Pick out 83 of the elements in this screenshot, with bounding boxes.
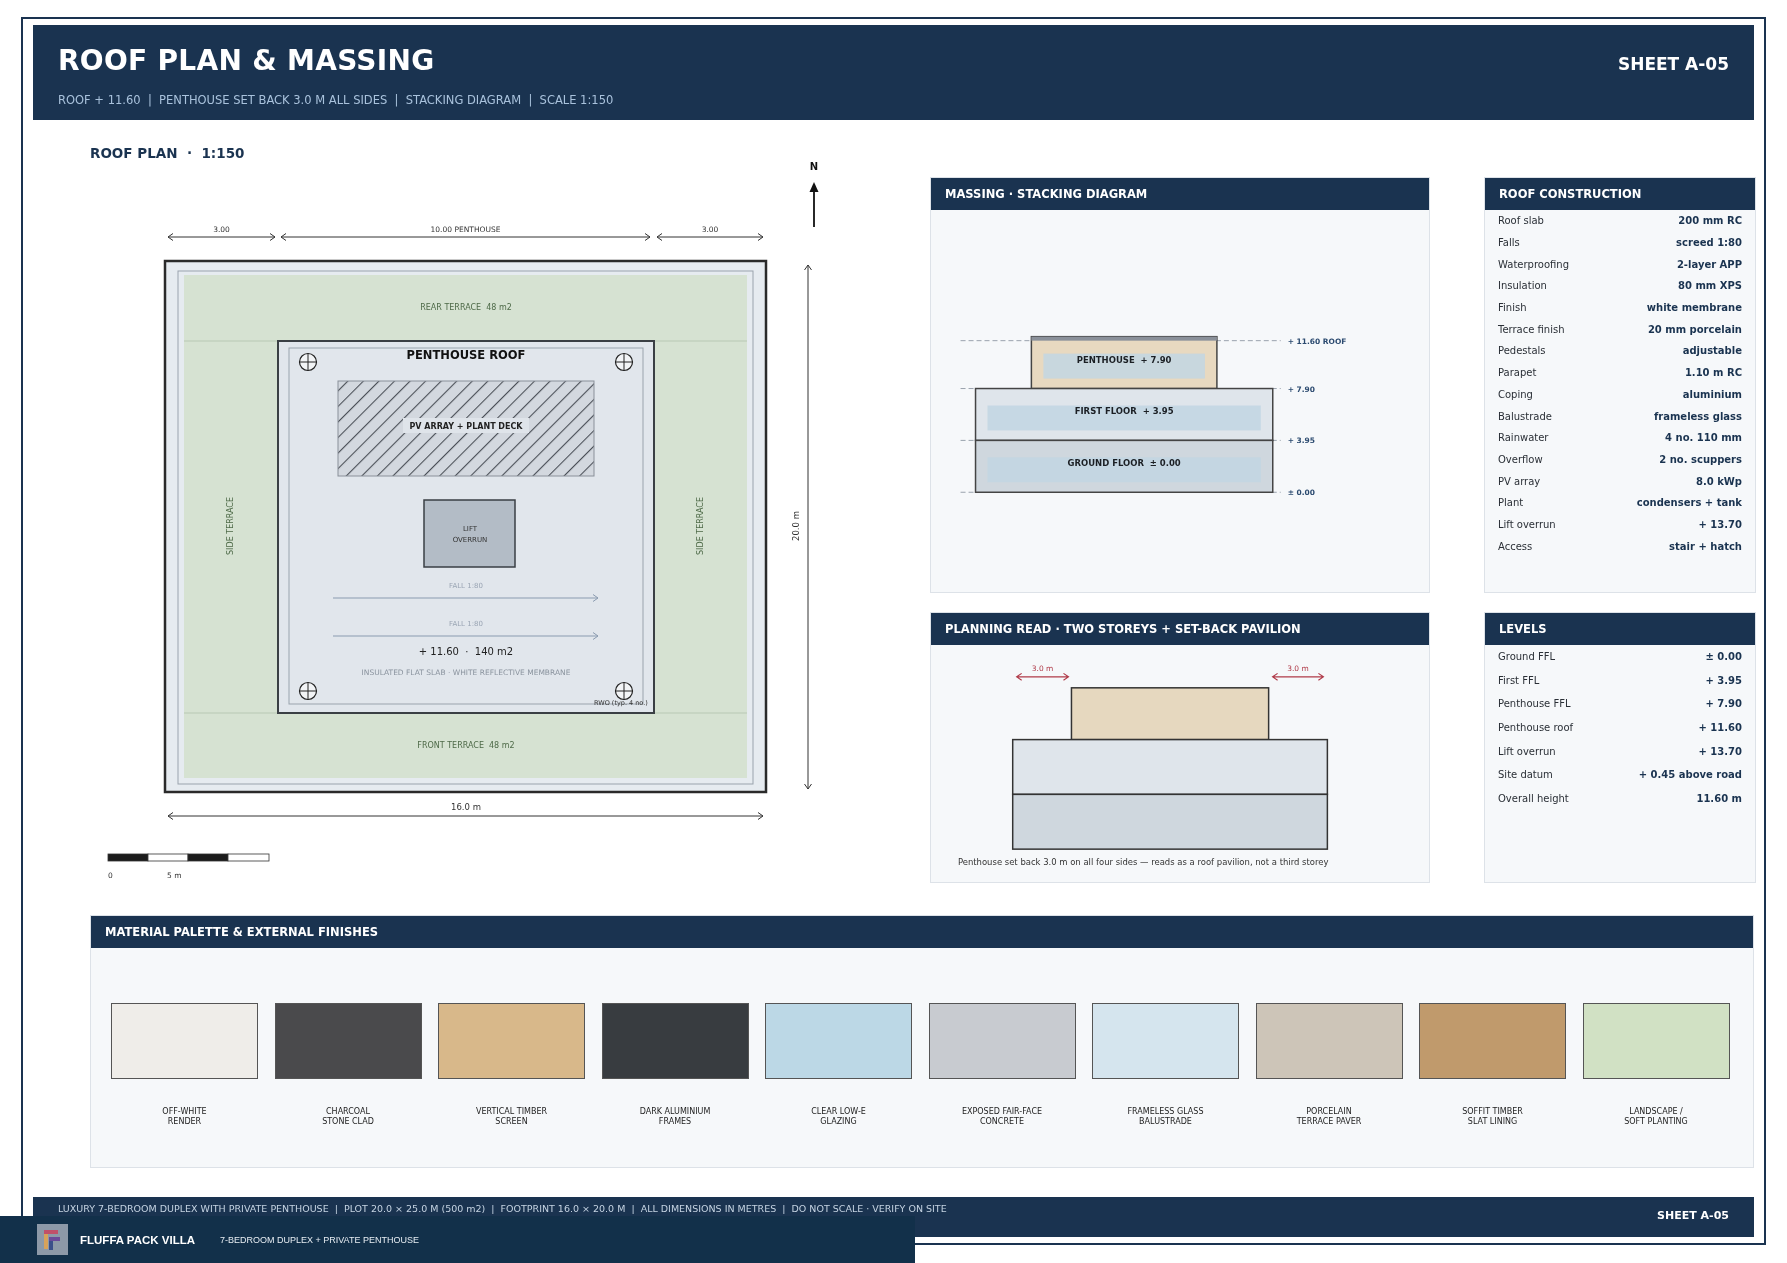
terrace-label: SIDE TERRACE <box>225 497 235 555</box>
spec-label: Pedestals <box>1498 345 1546 357</box>
material-label: EXPOSED FAIR-FACE CONCRETE <box>961 1107 1043 1127</box>
panel-header: PLANNING READ · TWO STOREYS + SET-BACK PAVILION <box>931 613 1429 645</box>
material-label: OFF-WHITE RENDER <box>162 1107 207 1127</box>
spec-value: 80 mm XPS <box>1678 280 1742 292</box>
spec-value: screed 1:80 <box>1676 237 1742 249</box>
spec-value: 2 no. scuppers <box>1659 453 1742 465</box>
spec-label: Falls <box>1498 237 1520 249</box>
spec-label: Balustrade <box>1498 410 1552 422</box>
dimension-label: 20.0 m <box>790 511 801 541</box>
material-label: FRAMELESS GLASS BALUSTRADE <box>1127 1107 1204 1127</box>
sheet-number: SHEET A-05 <box>1617 53 1729 74</box>
sheet-number: SHEET A-05 <box>1657 1209 1729 1222</box>
level-value: + 7.90 <box>1705 698 1742 710</box>
level-value: + 3.95 <box>1705 674 1742 686</box>
spec-label: Access <box>1498 540 1533 552</box>
terrace-label: SIDE TERRACE <box>695 497 705 555</box>
dimension-label: 16.0 m <box>451 802 481 812</box>
level-value: ± 0.00 <box>1705 651 1742 663</box>
spec-label: Plant <box>1498 497 1524 509</box>
spec-value: frameless glass <box>1653 410 1742 422</box>
roof-level-label: + 11.60 · 140 m2 <box>418 646 514 657</box>
level-label: Lift overrun <box>1498 745 1556 757</box>
spec-label: Roof slab <box>1498 215 1544 227</box>
floor-label: FIRST FLOOR + 3.95 <box>1074 406 1174 417</box>
spec-label: Lift overrun <box>1498 518 1556 530</box>
pv-array-label: PV ARRAY + PLANT DECK <box>409 422 523 431</box>
spec-label: Finish <box>1498 302 1527 314</box>
spec-value: stair + hatch <box>1669 540 1742 552</box>
spec-label: Parapet <box>1498 367 1537 379</box>
sheet-title: ROOF PLAN & MASSING <box>58 44 436 77</box>
planning-caption: Penthouse set back 3.0 m on all four sides — reads as a roof pavilion, not a third storey <box>957 857 1329 868</box>
spec-label: Overflow <box>1498 453 1543 465</box>
level-label: Site datum <box>1498 769 1553 781</box>
material-label: SOFFIT TIMBER SLAT LINING <box>1462 1107 1523 1127</box>
spec-value: white membrane <box>1646 302 1742 314</box>
terrace-label: FRONT TERRACE 48 m2 <box>417 741 515 750</box>
level-value: + 11.60 <box>1698 722 1742 734</box>
spec-value: condensers + tank <box>1636 497 1742 509</box>
level-label: Penthouse roof <box>1498 722 1574 734</box>
material-label: LANDSCAPE / SOFT PLANTING <box>1624 1107 1688 1127</box>
floor-label: GROUND FLOOR ± 0.00 <box>1067 458 1181 469</box>
level-label: Overall height <box>1498 792 1569 804</box>
spec-value: + 13.70 <box>1698 518 1742 530</box>
panel-header: LEVELS <box>1485 613 1755 645</box>
penthouse-title: PENTHOUSE ROOF <box>406 348 526 362</box>
level-value: + 13.70 <box>1698 745 1742 757</box>
level-label: Ground FFL <box>1498 651 1556 663</box>
spec-label: Insulation <box>1498 280 1547 292</box>
level-label: First FFL <box>1498 674 1540 686</box>
level-label: Penthouse FFL <box>1498 698 1571 710</box>
spec-value: 8.0 kWp <box>1695 475 1742 487</box>
level-value: + 0.45 above road <box>1638 769 1742 781</box>
spec-value: 2-layer APP <box>1676 258 1742 270</box>
brand-name: FLUFFA PACK VILLA <box>80 1233 195 1246</box>
plan-title: ROOF PLAN · 1:150 <box>90 145 246 161</box>
material-label: CHARCOAL STONE CLAD <box>322 1107 374 1127</box>
panel-header: MASSING · STACKING DIAGRAM <box>931 178 1429 210</box>
terrace-label: REAR TERRACE 48 m2 <box>420 303 512 312</box>
footer-note: LUXURY 7-BEDROOM DUPLEX WITH PRIVATE PENTHOUSE | PLOT 20.0 × 25.0 M (500 m2) | FOOTPRINT 16.0 × 20.0 M | ALL DIMENSIONS IN METRES | DO NOT SCALE · VERIFY ON SITE <box>58 1203 947 1214</box>
floor-label: PENTHOUSE + 7.90 <box>1076 354 1172 365</box>
spec-label: Coping <box>1498 388 1533 400</box>
panel-header: MATERIAL PALETTE & EXTERNAL FINISHES <box>91 916 1753 948</box>
spec-value: aluminium <box>1682 388 1742 400</box>
spec-label: Waterproofing <box>1498 258 1570 270</box>
material-label: CLEAR LOW-E GLAZING <box>811 1107 866 1127</box>
spec-label: Terrace finish <box>1498 323 1565 335</box>
north-label: N <box>809 161 819 172</box>
spec-value: 200 mm RC <box>1678 215 1742 227</box>
spec-value: 20 mm porcelain <box>1647 323 1742 335</box>
spec-label: PV array <box>1498 475 1541 487</box>
material-label: VERTICAL TIMBER SCREEN <box>475 1107 548 1127</box>
sheet-subtitle: ROOF + 11.60 | PENTHOUSE SET BACK 3.0 M ALL SIDES | STACKING DIAGRAM | SCALE 1:150 <box>58 93 614 107</box>
material-label: PORCELAIN TERRACE PAVER <box>1296 1107 1362 1127</box>
spec-value: 4 no. 110 mm <box>1665 432 1742 444</box>
panel-header: ROOF CONSTRUCTION <box>1485 178 1755 210</box>
spec-value: adjustable <box>1682 345 1742 357</box>
spec-label: Rainwater <box>1498 432 1549 444</box>
spec-value: 1.10 m RC <box>1684 367 1742 379</box>
level-value: 11.60 m <box>1696 792 1742 804</box>
brand-tagline: 7-BEDROOM DUPLEX + PRIVATE PENTHOUSE <box>220 1234 419 1245</box>
material-label: DARK ALUMINIUM FRAMES <box>639 1107 711 1127</box>
